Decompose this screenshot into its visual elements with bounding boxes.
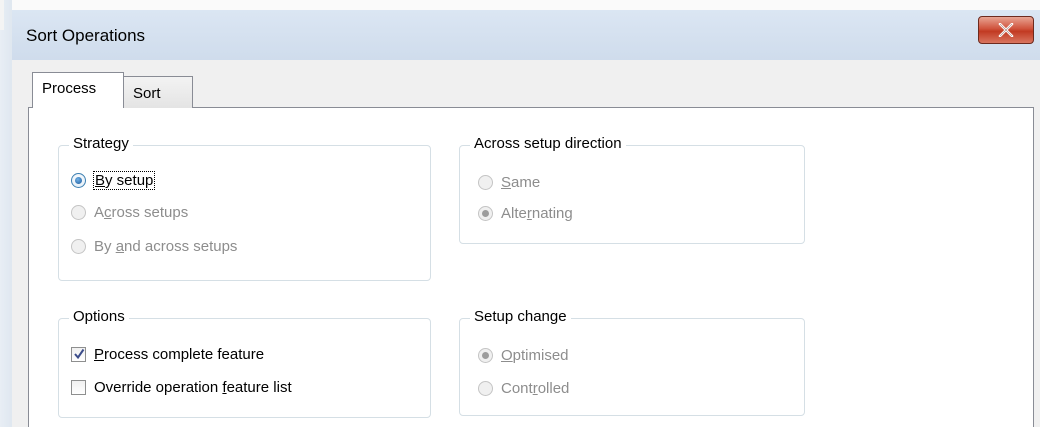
by-setup-radio[interactable]: By setup bbox=[71, 171, 156, 190]
checkbox-icon bbox=[71, 380, 86, 395]
setup-change-legend: Setup change bbox=[470, 308, 571, 325]
optimised-label: Optimised bbox=[501, 347, 569, 364]
radio-icon bbox=[71, 239, 86, 254]
process-complete-feature-checkbox[interactable]: Process complete feature bbox=[71, 346, 264, 363]
across-setups-radio[interactable]: Across setups bbox=[71, 204, 188, 221]
radio-icon bbox=[478, 381, 493, 396]
setup-change-group: Setup change Optimised Controlled bbox=[459, 308, 805, 416]
radio-selected-icon bbox=[478, 348, 493, 363]
by-and-across-setups-radio[interactable]: By and across setups bbox=[71, 238, 237, 255]
across-setup-direction-group: Across setup direction Same Alternating bbox=[459, 135, 805, 244]
title-bar[interactable]: Sort Operations bbox=[12, 10, 1040, 60]
tab-sort-label: Sort bbox=[133, 85, 161, 102]
across-setups-label: Across setups bbox=[94, 204, 189, 221]
options-group: Options Process complete feature Overrid… bbox=[58, 308, 431, 418]
tab-process-label: Process bbox=[42, 80, 97, 97]
dialog-client-area: Process Sort Strategy By setup Across se… bbox=[12, 60, 1040, 427]
alternating-label: Alternating bbox=[501, 205, 573, 222]
controlled-label: Controlled bbox=[501, 380, 570, 397]
by-setup-label: By setup bbox=[92, 171, 156, 190]
radio-icon bbox=[478, 175, 493, 190]
options-legend: Options bbox=[69, 308, 129, 325]
checkbox-checked-icon bbox=[71, 347, 86, 362]
radio-icon bbox=[71, 205, 86, 220]
same-label: Same bbox=[501, 174, 541, 191]
radio-selected-icon bbox=[478, 206, 493, 221]
process-tab-panel: Strategy By setup Across setups By and a… bbox=[28, 107, 1034, 427]
close-button[interactable] bbox=[978, 16, 1034, 44]
window-left-border bbox=[0, 0, 12, 427]
strategy-legend: Strategy bbox=[69, 135, 133, 152]
controlled-radio[interactable]: Controlled bbox=[478, 380, 569, 397]
tab-sort[interactable]: Sort bbox=[123, 76, 193, 108]
strategy-group: Strategy By setup Across setups By and a… bbox=[58, 135, 431, 281]
across-setup-direction-legend: Across setup direction bbox=[470, 135, 626, 152]
override-operation-feature-list-checkbox[interactable]: Override operation feature list bbox=[71, 379, 292, 396]
desktop-strip bbox=[0, 0, 1040, 10]
by-and-across-setups-label: By and across setups bbox=[94, 238, 238, 255]
same-radio[interactable]: Same bbox=[478, 174, 540, 191]
tab-process[interactable]: Process bbox=[32, 72, 124, 108]
optimised-radio[interactable]: Optimised bbox=[478, 347, 569, 364]
process-complete-feature-label: Process complete feature bbox=[94, 346, 265, 363]
radio-selected-icon bbox=[71, 173, 86, 188]
override-operation-feature-list-label: Override operation feature list bbox=[94, 379, 292, 396]
alternating-radio[interactable]: Alternating bbox=[478, 205, 573, 222]
close-icon bbox=[998, 23, 1014, 37]
window-title: Sort Operations bbox=[26, 26, 146, 45]
